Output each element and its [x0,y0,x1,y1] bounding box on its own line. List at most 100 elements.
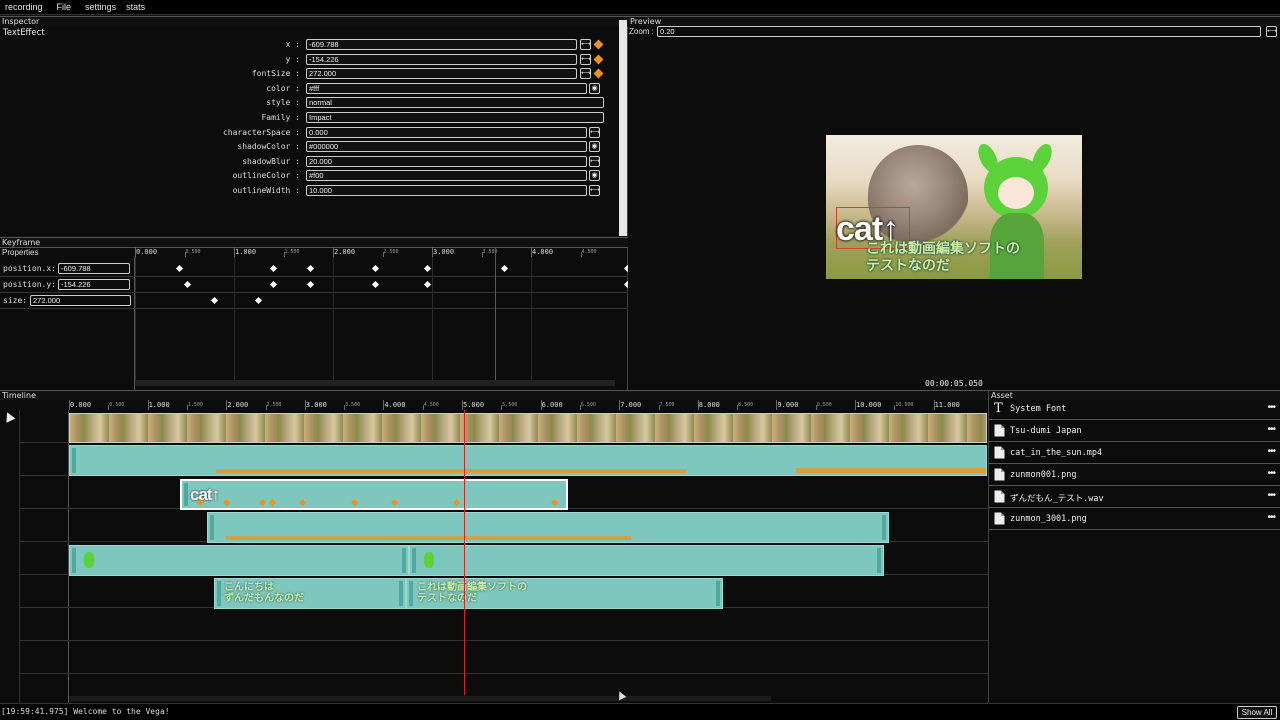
more-options-icon[interactable]: ••• [1267,402,1275,413]
text-clip-keyframe[interactable] [350,498,359,507]
inspector-scrollbar[interactable] [619,20,627,236]
keyframe-row: position.y: -154.226 [0,277,632,293]
grid-line [531,257,532,380]
asset-item[interactable]: zunmon001.png ••• [989,464,1280,486]
prop-value-input[interactable]: #fff [306,82,587,94]
keyframe-prop-value[interactable]: -609.788 [58,263,130,274]
video-clip[interactable] [69,413,987,443]
text-clip-keyframe[interactable] [222,498,231,507]
asset-name: System Font [1010,404,1067,414]
keyframe-marker[interactable] [500,264,508,273]
keyframe-playhead[interactable] [495,247,496,380]
zoom-input[interactable]: 0.20 [657,26,1261,37]
more-options-icon[interactable]: ••• [1267,446,1275,457]
subtitle-clip-2[interactable]: これは動画編集ソフトの テストなのだ [406,578,723,609]
image-clip-1[interactable] [69,545,409,576]
drag-adjust-button[interactable]: ⟷ [580,39,591,50]
more-options-icon[interactable]: ••• [1267,468,1275,479]
prop-value-input[interactable]: 10.000 [306,185,587,196]
zoom-drag-button[interactable]: ⟷ [1266,26,1277,37]
preview-canvas[interactable]: cat↑ これは動画編集ソフトの テストなのだ [826,135,1082,279]
timeline-playhead[interactable] [464,410,465,695]
keyframe-marker[interactable] [183,280,191,289]
track-row[interactable] [20,608,988,641]
timeline-tick-label: 9.000 [777,401,799,409]
keyframe-row: position.x: -609.788 [0,261,632,277]
prop-row: outlineColor : #f00 ◉ [0,170,628,183]
keyframe-marker[interactable] [211,296,219,305]
drag-adjust-button[interactable]: ⟷ [580,53,591,65]
menu-file[interactable]: File [48,2,77,12]
track-row[interactable] [20,641,988,674]
more-options-icon[interactable]: ••• [1267,512,1275,523]
drag-adjust-button[interactable]: ⟷ [589,155,600,167]
color-picker-button[interactable]: ◉ [589,170,600,182]
subtitle-clip-1[interactable]: こんにちは ずんだもんなのだ [214,578,406,609]
keyframe-hscrollbar[interactable] [135,380,615,386]
asset-item[interactable]: T System Font ••• [989,398,1280,420]
timeline-hscrollbar[interactable] [69,696,771,701]
color-picker-button[interactable]: ◉ [589,82,600,94]
prop-value-input[interactable]: 20.000 [306,155,587,167]
timeline-tick-label: 8.000 [698,401,720,409]
keyframe-marker[interactable] [254,296,263,305]
keyframe-marker[interactable] [371,280,379,289]
menu-settings[interactable]: settings [76,2,121,12]
more-options-icon[interactable]: ••• [1267,424,1275,435]
prop-row: fontSize : 272.000 ⟷ [0,68,628,81]
menu-recording[interactable]: recording [0,2,48,12]
show-all-button[interactable]: Show All [1237,706,1277,719]
drag-adjust-button[interactable]: ⟷ [580,68,591,80]
prop-value-input[interactable]: #000000 [306,141,587,153]
text-clip-keyframe[interactable] [258,498,267,507]
more-options-icon[interactable]: ••• [1267,490,1275,501]
image-clip-2[interactable] [409,545,884,576]
drag-adjust-button[interactable]: ⟷ [589,126,600,138]
keyframe-prop-value[interactable]: -154.226 [58,279,130,290]
keyframe-marker[interactable] [424,280,432,289]
asset-name: cat_in_the_sun.mp4 [1010,448,1103,458]
keyframe-toggle-icon[interactable] [593,68,604,79]
prop-value-input[interactable]: #f00 [306,170,587,182]
pointer-tool-icon[interactable] [2,410,16,423]
text-clip-keyframe[interactable] [452,498,461,507]
zundamon-thumb-icon [424,552,434,568]
text-clip[interactable]: cat↑ [180,479,568,510]
prop-value-input[interactable]: Impact [306,112,604,123]
text-clip-keyframe[interactable] [298,498,307,507]
prop-value-input[interactable]: -154.226 [306,53,577,65]
keyframe-marker[interactable] [307,280,315,289]
keyframe-toggle-icon[interactable] [593,39,604,50]
keyframe-marker[interactable] [175,264,183,273]
asset-item[interactable]: cat_in_the_sun.mp4 ••• [989,442,1280,464]
prop-value-input[interactable]: 0.000 [306,126,587,138]
prop-label: style : [266,98,300,108]
timeline-ruler[interactable]: 0.000 1.000 2.000 3.000 4.000 5.000 6.000 7.000… [69,400,987,410]
asset-item[interactable]: zunmon_3001.png ••• [989,508,1280,530]
text-clip-keyframe[interactable] [550,498,559,507]
prop-value-input[interactable]: 272.000 [306,68,577,80]
keyframe-ruler[interactable]: 0.0001.0002.0003.0004.0005.0000.5001.500… [135,247,696,257]
menu-stats[interactable]: stats [121,2,150,12]
keyframe-marker[interactable] [269,264,277,273]
keyframe-marker[interactable] [424,264,432,273]
prop-value-input[interactable]: -609.788 [306,39,577,50]
audio-clip-voice[interactable] [207,512,889,543]
drag-adjust-button[interactable]: ⟷ [589,185,600,196]
asset-item[interactable]: ずんだもん_テスト.wav ••• [989,486,1280,508]
audio-clip-bgm[interactable] [69,445,987,476]
prop-value-input[interactable]: normal [306,97,604,109]
text-clip-keyframe[interactable] [390,498,399,507]
keyframe-marker[interactable] [371,264,379,273]
keyframe-prop-value[interactable]: 272.000 [30,295,131,306]
keyframe-toggle-icon[interactable] [593,54,604,65]
asset-item[interactable]: Tsu-dumi Japan ••• [989,420,1280,442]
text-clip-keyframe[interactable] [268,498,277,507]
prop-label: shadowBlur : [242,156,300,166]
keyframe-marker[interactable] [307,264,315,273]
ruler-label: 2.000 [334,248,356,256]
color-picker-button[interactable]: ◉ [589,141,600,153]
status-bar: [19:59:41.975] Welcome to the Vega! Show… [0,703,1280,720]
keyframe-marker[interactable] [269,280,277,289]
inspector-title: Inspector [0,16,628,26]
